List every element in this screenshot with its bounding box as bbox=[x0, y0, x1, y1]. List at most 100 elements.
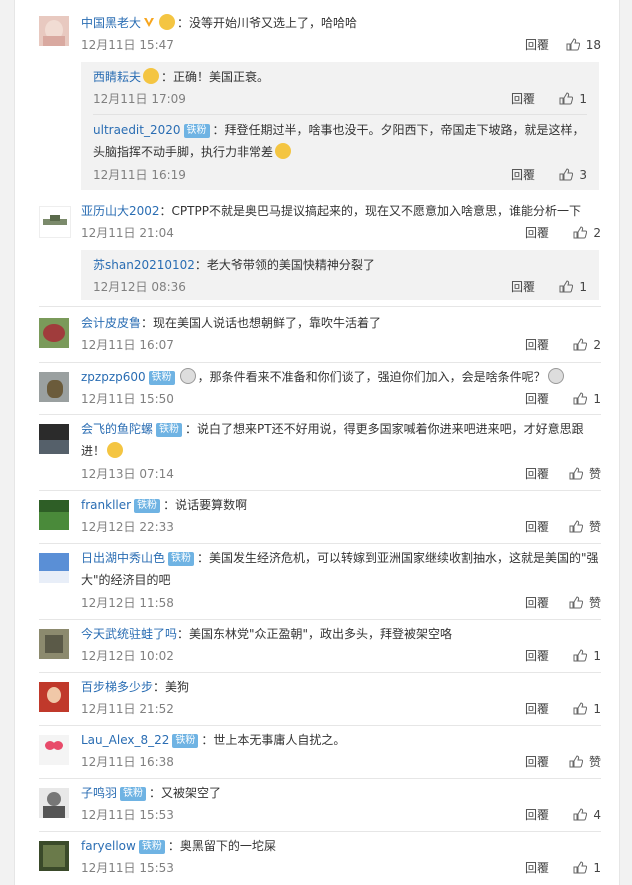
username[interactable]: 子鸣羽 bbox=[81, 786, 117, 800]
reply-time: 12月12日 08:36 bbox=[93, 280, 186, 294]
divider bbox=[39, 306, 601, 307]
comment-text: zpzpzp600 铁粉 ，那条件看来不准备和你们谈了，强迫你们加入，会是啥条件呢？ bbox=[81, 366, 566, 388]
comment-text: 中国黑老大 ：没等开始川爷又选上了，哈哈哈 bbox=[81, 12, 357, 34]
fan-badge: 铁粉 bbox=[172, 734, 199, 748]
like-button[interactable]: 赞 bbox=[569, 516, 601, 538]
username[interactable]: 西睛耘夫 bbox=[93, 70, 141, 84]
thumbs-up-icon bbox=[559, 92, 574, 105]
username[interactable]: 日出湖中秀山色 bbox=[81, 551, 165, 565]
username[interactable]: 中国黑老大 bbox=[81, 16, 141, 30]
fan-badge: 铁粉 bbox=[138, 840, 165, 854]
username[interactable]: 会飞的鱼陀螺 bbox=[81, 422, 153, 436]
reply-thread: 西睛耘夫 ：正确！美国正衰。 12月11日 17:09 回覆 1 ultraedi… bbox=[81, 62, 599, 190]
like-button[interactable]: 赞 bbox=[569, 592, 601, 614]
avatar[interactable] bbox=[39, 735, 69, 765]
like-button[interactable]: 4 bbox=[573, 804, 601, 826]
like-button[interactable]: 1 bbox=[573, 645, 601, 667]
avatar[interactable] bbox=[39, 682, 69, 712]
username[interactable]: 今天武统驻蛙了吗 bbox=[81, 627, 177, 641]
emoji-icon bbox=[107, 442, 124, 458]
reply-button[interactable]: 回覆 bbox=[525, 857, 549, 879]
username[interactable]: zpzpzp600 bbox=[81, 370, 146, 384]
comment-text: 会飞的鱼陀螺 铁粉 ：说白了想来PT还不好用说，得更多国家喊着你进来吧进来吧，才好意… bbox=[81, 422, 584, 458]
username[interactable]: 苏shan20210102 bbox=[93, 258, 195, 272]
avatar[interactable] bbox=[39, 500, 69, 530]
divider bbox=[39, 619, 601, 620]
reply-meta: 12月12日 08:36 回覆 1 bbox=[93, 276, 587, 298]
divider bbox=[39, 543, 601, 544]
fan-badge: 铁粉 bbox=[134, 499, 161, 513]
thumbs-up-icon bbox=[573, 338, 588, 351]
reply-button[interactable]: 回覆 bbox=[511, 276, 535, 298]
reply-button[interactable]: 回覆 bbox=[525, 804, 549, 826]
reply-button[interactable]: 回覆 bbox=[525, 592, 549, 614]
avatar[interactable] bbox=[39, 841, 69, 871]
comment-time: 12月11日 15:53 bbox=[81, 808, 174, 822]
comment-meta: 12月12日 22:33 回覆 赞 bbox=[81, 516, 601, 538]
like-button[interactable]: 3 bbox=[559, 164, 587, 186]
comment-meta: 12月11日 15:50 回覆 1 bbox=[81, 388, 601, 410]
comment-time: 12月12日 11:58 bbox=[81, 596, 174, 610]
reply-button[interactable]: 回覆 bbox=[525, 463, 549, 485]
username[interactable]: 亚历山大2002 bbox=[81, 204, 160, 218]
username[interactable]: faryellow bbox=[81, 839, 136, 853]
like-button[interactable]: 1 bbox=[573, 857, 601, 879]
avatar[interactable] bbox=[39, 16, 69, 46]
thumbs-up-icon bbox=[559, 168, 574, 181]
comment-time: 12月11日 15:53 bbox=[81, 861, 174, 875]
reply-text: 苏shan20210102：老大爷带领的美国快精神分裂了 bbox=[93, 258, 375, 272]
reply-button[interactable]: 回覆 bbox=[525, 34, 549, 56]
comment-text: 日出湖中秀山色 铁粉 ：美国发生经济危机，可以转嫁到亚洲国家继续收割抽水，这就是美国… bbox=[81, 551, 599, 587]
comment-meta: 12月12日 11:58 回覆 赞 bbox=[81, 592, 601, 614]
comment-text: 今天武统驻蛙了吗：美国东林党"众正盈朝"，政出多头，拜登被架空咯 bbox=[81, 627, 453, 641]
reply-button[interactable]: 回覆 bbox=[525, 645, 549, 667]
username[interactable]: ultraedit_2020 bbox=[93, 123, 181, 137]
thumbs-up-icon bbox=[573, 808, 588, 821]
reply-thread: 苏shan20210102：老大爷带领的美国快精神分裂了 12月12日 08:3… bbox=[81, 250, 599, 300]
like-button[interactable]: 赞 bbox=[569, 463, 601, 485]
reply-text: 西睛耘夫 ：正确！美国正衰。 bbox=[93, 68, 270, 84]
like-button[interactable]: 18 bbox=[566, 34, 601, 56]
username[interactable]: frankller bbox=[81, 498, 131, 512]
avatar[interactable] bbox=[39, 372, 69, 402]
comment-text: 百步梯多少步：美狗 bbox=[81, 680, 190, 694]
comment-time: 12月13日 07:14 bbox=[81, 467, 174, 481]
comment-time: 12月11日 16:07 bbox=[81, 338, 174, 352]
divider bbox=[39, 490, 601, 491]
comment-time: 12月11日 16:38 bbox=[81, 755, 174, 769]
emoji-icon bbox=[143, 68, 160, 84]
reply-button[interactable]: 回覆 bbox=[525, 222, 549, 244]
like-button[interactable]: 2 bbox=[573, 334, 601, 356]
like-button[interactable]: 赞 bbox=[569, 751, 601, 773]
comment-time: 12月11日 15:50 bbox=[81, 392, 174, 406]
username[interactable]: 百步梯多少步 bbox=[81, 680, 153, 694]
like-button[interactable]: 2 bbox=[573, 222, 601, 244]
reply-button[interactable]: 回覆 bbox=[525, 751, 549, 773]
divider bbox=[39, 725, 601, 726]
reply-button[interactable]: 回覆 bbox=[511, 164, 535, 186]
reply-button[interactable]: 回覆 bbox=[525, 388, 549, 410]
reply-button[interactable]: 回覆 bbox=[525, 698, 549, 720]
avatar[interactable] bbox=[39, 629, 69, 659]
like-button[interactable]: 1 bbox=[573, 388, 601, 410]
divider bbox=[39, 414, 601, 415]
reply-button[interactable]: 回覆 bbox=[525, 516, 549, 538]
avatar[interactable] bbox=[39, 318, 69, 348]
reply-button[interactable]: 回覆 bbox=[525, 334, 549, 356]
thumbs-up-icon bbox=[566, 38, 580, 51]
avatar[interactable] bbox=[39, 424, 69, 454]
thumbs-up-icon bbox=[569, 596, 583, 609]
thumbs-up-icon bbox=[573, 226, 588, 239]
thumbs-up-icon bbox=[573, 702, 588, 715]
avatar[interactable] bbox=[39, 553, 69, 583]
comment-meta: 12月11日 15:47 回覆 18 bbox=[81, 34, 601, 56]
like-button[interactable]: 1 bbox=[573, 698, 601, 720]
avatar[interactable] bbox=[39, 206, 71, 238]
like-button[interactable]: 1 bbox=[559, 88, 587, 110]
comment-meta: 12月13日 07:14 回覆 赞 bbox=[81, 463, 601, 485]
avatar[interactable] bbox=[39, 788, 69, 818]
username[interactable]: 会计皮皮鲁 bbox=[81, 316, 141, 330]
reply-button[interactable]: 回覆 bbox=[511, 88, 535, 110]
like-button[interactable]: 1 bbox=[559, 276, 587, 298]
username[interactable]: Lau_Alex_8_22 bbox=[81, 733, 169, 747]
